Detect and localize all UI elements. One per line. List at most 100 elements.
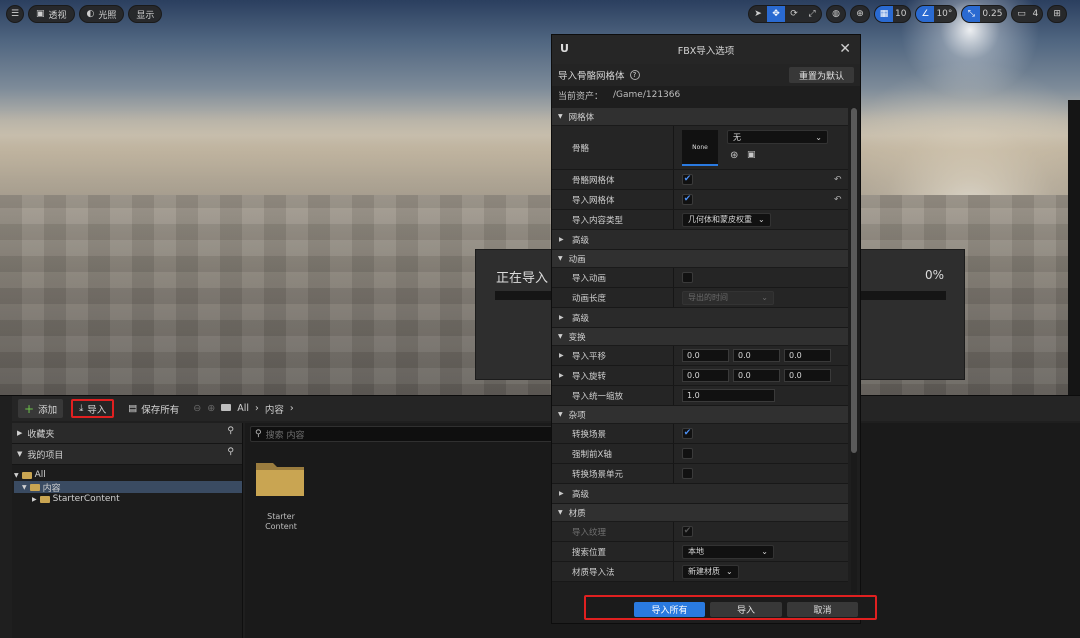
import-mesh-checkbox[interactable]: ✔ xyxy=(682,194,693,205)
show-button[interactable]: 显示 xyxy=(128,5,163,23)
help-icon[interactable]: ? xyxy=(629,70,640,80)
row-advanced-mesh[interactable]: ▶ 高级 xyxy=(552,230,848,250)
skeleton-dropdown[interactable]: 无 ⌄ xyxy=(727,130,828,144)
perspective-button[interactable]: ▣ 透视 xyxy=(28,5,75,23)
force-front-x-checkbox[interactable] xyxy=(682,448,693,459)
browse-folder-icon[interactable]: ▣ xyxy=(747,150,756,160)
column-divider xyxy=(673,268,674,287)
history-forward-icon[interactable]: ⊕ xyxy=(207,403,215,414)
scale-snap-value[interactable]: 0.25 xyxy=(980,6,1006,22)
row-label: 材质导入法 xyxy=(572,567,615,578)
scale-icon[interactable]: ⤢ xyxy=(803,6,821,22)
rotation-snap-value[interactable]: 10° xyxy=(934,6,956,22)
select-cursor-icon[interactable]: ➤ xyxy=(749,6,767,22)
translation-y-field[interactable]: 0.0 xyxy=(733,349,780,362)
asset-tile-startercontent[interactable]: Starter Content xyxy=(255,459,307,532)
save-all-button[interactable]: ▤ 保存所有 xyxy=(122,399,185,418)
history-back-icon[interactable]: ⊖ xyxy=(193,403,201,414)
section-animation[interactable]: ▼ 动画 xyxy=(552,250,848,268)
convert-scene-checkbox[interactable]: ✔ xyxy=(682,428,693,439)
tree-item-content[interactable]: ▼ 内容 xyxy=(14,481,242,494)
search-icon[interactable]: ⚲ xyxy=(227,426,234,436)
import-content-type-dropdown[interactable]: 几何体和蒙皮权重 ⌄ xyxy=(682,212,771,227)
scrollbar-thumb[interactable] xyxy=(851,108,857,453)
breadcrumb-content[interactable]: 内容 xyxy=(265,402,284,416)
my-project-section[interactable]: ▼ 我的项目 ⚲ xyxy=(12,444,242,465)
row-advanced-misc[interactable]: ▶ 高级 xyxy=(552,484,848,504)
convert-scene-unit-checkbox[interactable] xyxy=(682,468,693,479)
section-label: 材质 xyxy=(568,508,586,519)
uniform-scale-field[interactable]: 1.0 xyxy=(682,389,775,402)
grid-snap-group[interactable]: ▦ 10 xyxy=(874,5,912,23)
options-scrollbar[interactable] xyxy=(851,108,857,593)
scale-snap-group[interactable]: ⤡ 0.25 xyxy=(961,5,1008,23)
animation-length-dropdown[interactable]: 导出的时间 ⌄ xyxy=(682,290,774,305)
row-search-location: 搜索位置 本地 ⌄ xyxy=(552,542,848,562)
reset-arrow-icon[interactable]: ↶ xyxy=(834,195,842,205)
skeletal-mesh-checkbox[interactable]: ✔ xyxy=(682,174,693,185)
options-list: ▼ 网格体 骨骼 None 无 ⌄ ⊛ ▣ 骨骼网格体 ✔ ↶ 导入网格体 ✔ xyxy=(552,108,848,593)
import-button[interactable]: ⤓ 导入 xyxy=(71,399,115,418)
move-icon[interactable]: ✥ xyxy=(767,6,785,22)
favorites-section[interactable]: ▶ 收藏夹 ⚲ xyxy=(12,423,242,444)
close-icon[interactable]: ✕ xyxy=(839,41,851,57)
translation-x-field[interactable]: 0.0 xyxy=(682,349,729,362)
import-animations-checkbox[interactable] xyxy=(682,272,693,283)
rotation-snap-icon[interactable]: ∠ xyxy=(916,6,935,22)
grid-snap-icon[interactable]: ▦ xyxy=(875,6,893,22)
column-divider xyxy=(673,424,674,443)
reset-arrow-icon[interactable]: ↶ xyxy=(834,175,842,185)
section-mesh[interactable]: ▼ 网格体 xyxy=(552,108,848,126)
camera-icon[interactable]: ▭ xyxy=(1012,6,1030,22)
fbx-import-options-dialog: U FBX导入选项 ✕ 导入骨骼网格体 ? 重置为默认 当前资产： /Game/… xyxy=(551,34,877,624)
import-all-button[interactable]: 导入所有 xyxy=(634,602,705,617)
rotate-icon[interactable]: ⟳ xyxy=(785,6,803,22)
search-icon[interactable]: ⚲ xyxy=(227,447,234,457)
cancel-button[interactable]: 取消 xyxy=(787,602,858,617)
row-advanced-animation[interactable]: ▶ 高级 xyxy=(552,308,848,328)
material-import-method-dropdown[interactable]: 新建材质 ⌄ xyxy=(682,564,739,579)
use-selected-asset-icon[interactable]: ⊛ xyxy=(730,150,738,161)
grid-snap-value[interactable]: 10 xyxy=(893,6,910,22)
folder-icon xyxy=(39,495,50,503)
viewport-layout-icon[interactable]: ⊞ xyxy=(1048,6,1066,22)
import-textures-checkbox[interactable]: ✔ xyxy=(682,526,693,537)
camera-speed-group[interactable]: ▭ 4 xyxy=(1011,5,1044,23)
import-all-label: 导入所有 xyxy=(651,606,688,616)
reset-to-default-button[interactable]: 重置为默认 xyxy=(788,67,854,83)
scale-snap-icon[interactable]: ⤡ xyxy=(962,6,981,22)
dropdown-value: 新建材质 xyxy=(688,567,720,576)
skeleton-thumbnail[interactable]: None xyxy=(682,130,718,166)
column-divider xyxy=(673,170,674,189)
asset-search-input[interactable]: ⚲ 搜索 内容 xyxy=(250,426,570,442)
add-button[interactable]: + 添加 xyxy=(18,399,64,418)
import-label: 导入 xyxy=(87,404,107,416)
rotation-snap-group[interactable]: ∠ 10° xyxy=(915,5,958,23)
row-import-mesh: 导入网格体 ✔ ↶ xyxy=(552,190,848,210)
import-button[interactable]: 导入 xyxy=(710,602,782,617)
lit-button[interactable]: ◐ 光照 xyxy=(78,5,125,23)
rotation-z-field[interactable]: 0.0 xyxy=(784,369,831,382)
tree-item-startercontent[interactable]: ▶ StarterContent xyxy=(14,493,242,505)
viewport-menu-button[interactable]: ☰ xyxy=(6,5,24,23)
translation-z-field[interactable]: 0.0 xyxy=(784,349,831,362)
row-label: 导入内容类型 xyxy=(572,215,624,226)
asset-label: Starter Content xyxy=(255,512,307,532)
dialog-titlebar[interactable]: U FBX导入选项 ✕ xyxy=(552,35,860,64)
breadcrumb-all[interactable]: All xyxy=(237,403,249,414)
rotation-x-field[interactable]: 0.0 xyxy=(682,369,729,382)
world-globe-icon[interactable]: ◍ xyxy=(827,6,845,22)
add-label: 添加 xyxy=(38,404,58,416)
layout-group[interactable]: ⊞ xyxy=(1047,5,1068,23)
row-label: 强制前X轴 xyxy=(572,449,612,460)
section-material[interactable]: ▼ 材质 xyxy=(552,504,848,522)
tree-item-all[interactable]: ▼ All xyxy=(14,469,242,481)
rotation-y-field[interactable]: 0.0 xyxy=(733,369,780,382)
plus-icon: + xyxy=(24,401,35,416)
surface-snap-icon[interactable]: ⊕ xyxy=(851,6,869,22)
camera-speed-value[interactable]: 4 xyxy=(1030,6,1042,22)
search-location-dropdown[interactable]: 本地 ⌄ xyxy=(682,544,774,559)
section-misc[interactable]: ▼ 杂项 xyxy=(552,406,848,424)
column-divider xyxy=(673,366,674,385)
section-transform[interactable]: ▼ 变换 xyxy=(552,328,848,346)
